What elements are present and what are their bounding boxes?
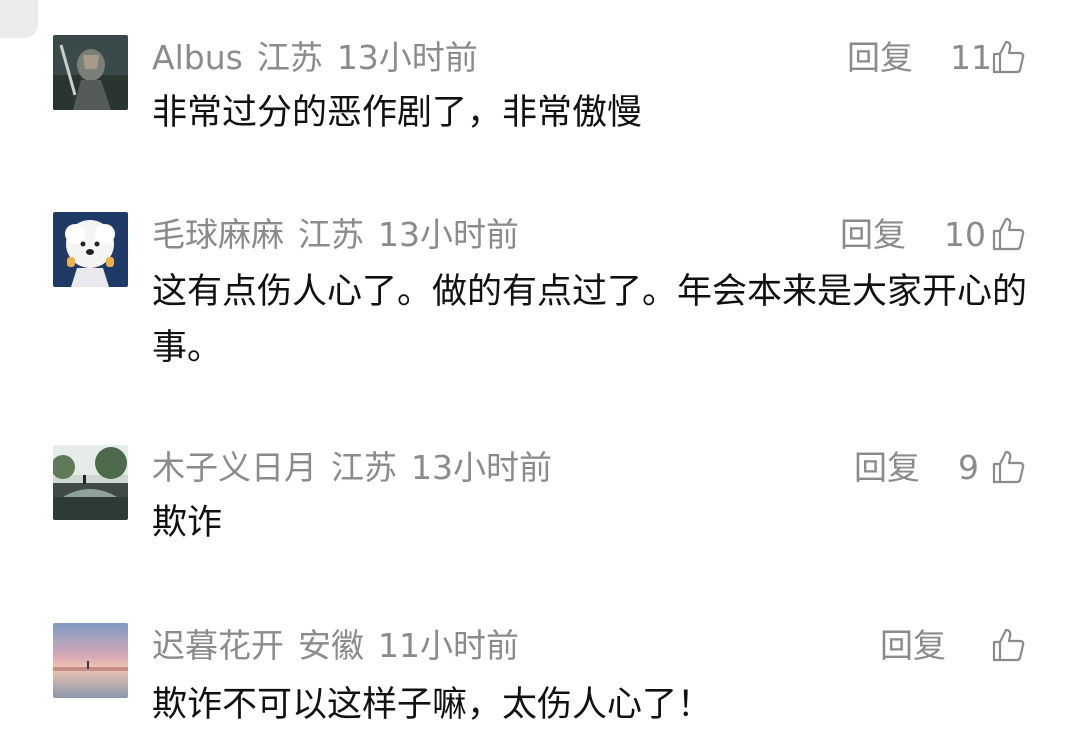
reply-button[interactable]: 回复	[840, 212, 906, 258]
thumbs-up-icon[interactable]	[990, 449, 1026, 485]
top-corner-tab	[0, 0, 38, 38]
thumbs-up-icon[interactable]	[990, 39, 1026, 75]
username[interactable]: 木子义日月	[152, 448, 317, 487]
comment-text: 这有点伤人心了。做的有点过了。年会本来是大家开心的事。	[152, 272, 1028, 368]
white-dog-avatar-icon[interactable]	[53, 212, 128, 287]
comment-text: 非常过分的恶作剧了，非常傲慢	[152, 93, 643, 133]
like-count: 9	[958, 448, 979, 487]
location: 安徽	[298, 626, 364, 665]
comment-text: 欺诈	[152, 503, 223, 543]
location: 江苏	[256, 38, 323, 77]
comment-meta: Albus 江苏 13小时前	[152, 35, 492, 81]
location: 江苏	[298, 215, 364, 254]
timestamp: 13小时前	[378, 215, 519, 254]
sunset-beach-avatar-icon[interactable]	[53, 623, 128, 698]
timestamp: 13小时前	[336, 38, 478, 77]
reply-button[interactable]: 回复	[847, 35, 913, 81]
username[interactable]: Albus	[152, 38, 243, 77]
comment-meta: 迟暮花开 安徽 11小时前	[152, 623, 533, 669]
comment-meta: 木子义日月 江苏 13小时前	[152, 445, 566, 491]
reply-button[interactable]: 回复	[854, 445, 920, 491]
comment-meta: 毛球麻麻 江苏 13小时前	[152, 212, 533, 258]
reply-button[interactable]: 回复	[880, 623, 946, 669]
username[interactable]: 迟暮花开	[152, 626, 284, 665]
like-count: 10	[944, 215, 986, 254]
comment-item: 毛球麻麻 江苏 13小时前 回复 10 这有点伤人心了。做的有点过了。年会本来是大家…	[0, 212, 1080, 372]
comment-item: 迟暮花开 安徽 11小时前 回复 欺诈不可以这样子嘛，太伤人心了！	[0, 623, 1080, 748]
location: 江苏	[331, 448, 397, 487]
comment-item: Albus 江苏 13小时前 回复 11 非常过分的恶作剧了，非常傲慢	[0, 35, 1080, 155]
comment-text: 欺诈不可以这样子嘛，太伤人心了！	[152, 685, 713, 725]
comment-item: 木子义日月 江苏 13小时前 回复 9 欺诈	[0, 445, 1080, 565]
username[interactable]: 毛球麻麻	[152, 215, 284, 254]
timestamp: 11小时前	[378, 626, 519, 665]
thumbs-up-icon[interactable]	[990, 627, 1026, 663]
timestamp: 13小时前	[411, 448, 552, 487]
warrior-avatar-icon[interactable]	[53, 35, 128, 110]
thumbs-up-icon[interactable]	[990, 216, 1026, 252]
bridge-landscape-avatar-icon[interactable]	[53, 445, 128, 520]
like-count: 11	[950, 38, 992, 77]
